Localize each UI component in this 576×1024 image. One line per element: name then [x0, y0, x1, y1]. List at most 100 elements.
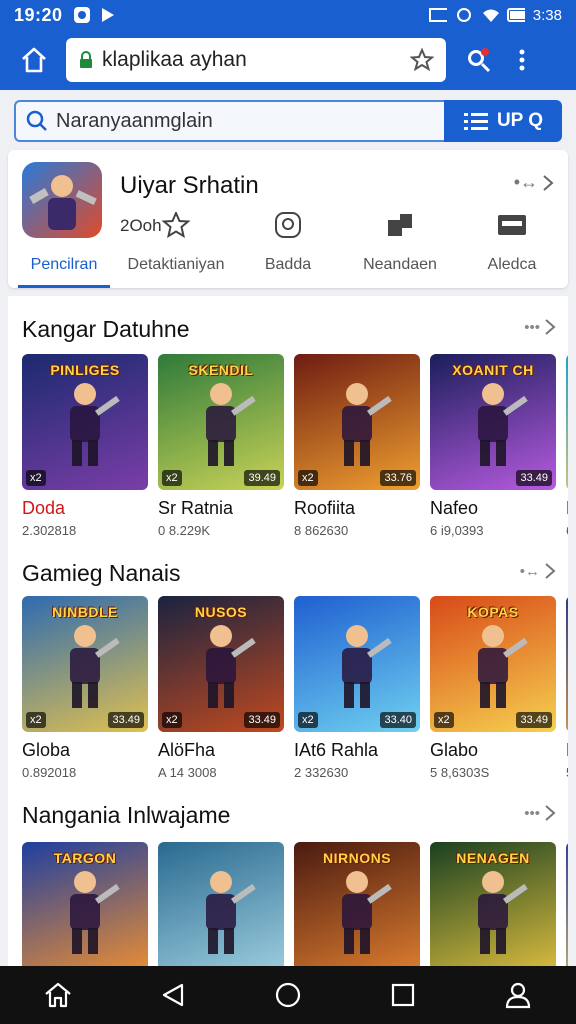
game-hero-art-icon — [206, 871, 256, 954]
tab-label: Badda — [264, 256, 312, 273]
game-downloads: 6 i9,0393 — [430, 523, 484, 538]
nav-recents-button[interactable] — [379, 971, 427, 1019]
game-downloads: A 14 3008 — [158, 765, 217, 780]
tab-label: Pencilran — [30, 256, 98, 273]
game-hero-art-icon — [70, 383, 120, 466]
app-icon[interactable] — [22, 162, 102, 238]
featured-app-card[interactable]: Uiyar Srhatin •↔ 2Ooh Pencilran Detaktia… — [8, 150, 568, 288]
game-tile[interactable]: SKENDIL x2 39.49 Sr Ratnia 0 8.229K — [158, 354, 284, 538]
search-input[interactable]: Naranyaanmglain — [14, 100, 444, 142]
search-submit-button[interactable]: UP Q — [444, 100, 562, 142]
app-more-link[interactable]: •↔ — [514, 172, 554, 193]
game-tile[interactable]: K5 — [566, 596, 568, 780]
game-tile[interactable]: x2 33.40 IAt6 Rahla 2 332630 — [294, 596, 420, 780]
game-thumbnail[interactable]: TARGON — [22, 842, 148, 966]
content-panel: Kangar Datuhne ••• PINLIGES x2 Doda 2.30281… — [8, 296, 568, 966]
more-dots-icon: •↔ — [513, 172, 538, 192]
tab-detaktianiyan[interactable]: Detaktianiyan — [120, 212, 232, 288]
game-tile[interactable] — [566, 842, 568, 966]
game-hero-art-icon — [342, 871, 392, 954]
tab-label: Neandaen — [363, 256, 437, 273]
game-thumbnail[interactable]: NENAGEN — [430, 842, 556, 966]
search-button[interactable] — [456, 38, 500, 82]
game-thumbnail[interactable]: PINLIGES x2 — [22, 354, 148, 490]
nav-profile-button[interactable] — [494, 971, 542, 1019]
game-hero-art-icon — [206, 383, 256, 466]
chevron-right-icon — [545, 563, 556, 579]
more-dots-icon: ••• — [524, 804, 540, 822]
game-badge-left: x2 — [26, 470, 46, 486]
section-more-link[interactable]: •↔ — [520, 562, 556, 580]
game-thumbnail[interactable] — [566, 842, 568, 966]
game-thumbnail[interactable]: KOPAS x2 33.49 — [430, 596, 556, 732]
tab-pencilran[interactable]: Pencilran — [8, 242, 120, 288]
game-thumbnail[interactable]: x2 33.40 — [294, 596, 420, 732]
game-thumbnail[interactable]: NINBDLE x2 33.49 — [22, 596, 148, 732]
tab-badda[interactable]: Badda — [232, 212, 344, 288]
game-downloads: 6 — [566, 523, 568, 538]
game-badge-left: x2 — [298, 712, 318, 728]
game-downloads: 2 332630 — [294, 765, 349, 780]
game-downloads: 5 — [566, 765, 568, 780]
bookmark-star-icon[interactable] — [410, 48, 434, 72]
game-thumbnail[interactable] — [566, 596, 568, 732]
game-badge-right: 33.49 — [108, 712, 144, 728]
game-hero-art-icon — [206, 625, 256, 708]
search-button-label: UP Q — [496, 110, 544, 131]
game-thumbnail[interactable] — [158, 842, 284, 966]
url-bar[interactable]: klaplikaa ayhan — [66, 38, 446, 82]
game-thumbnail[interactable]: SKENDIL x2 39.49 — [158, 354, 284, 490]
game-badge-left: x2 — [26, 712, 46, 728]
section-title: Nangania Inlwajame — [22, 802, 231, 828]
nav-back-button[interactable] — [149, 971, 197, 1019]
game-hero-art-icon — [478, 871, 528, 954]
game-tile[interactable]: NIRNONS — [294, 842, 420, 966]
circle-home-icon — [275, 982, 301, 1008]
game-hero-art-icon — [478, 625, 528, 708]
game-thumbnail[interactable] — [566, 354, 568, 490]
game-thumbnail[interactable]: x2 33.76 — [294, 354, 420, 490]
game-tile[interactable]: PINLIGES x2 Doda 2.302818 — [22, 354, 148, 538]
game-tile[interactable]: NUSOS x2 33.49 AlöFha A 14 3008 — [158, 596, 284, 780]
game-tile[interactable]: K6 — [566, 354, 568, 538]
app-title: Uiyar Srhatin — [120, 172, 259, 199]
tab-label: Detaktianiyan — [127, 256, 225, 273]
app-row: PINLIGES x2 Doda 2.302818 SKENDIL x2 39.49 Sr … — [22, 354, 568, 538]
nfc-icon — [428, 6, 447, 24]
app-rating: 2Ooh — [120, 216, 162, 236]
game-name: Doda — [22, 498, 66, 518]
back-icon — [162, 983, 183, 1007]
tab-aledca[interactable]: Aledca — [456, 215, 568, 288]
app-row: NINBDLE x2 33.49 Globa 0.892018 NUSOS x2 33.49… — [22, 596, 568, 780]
section-more-link[interactable]: ••• — [524, 804, 556, 822]
game-tile[interactable]: KOPAS x2 33.49 Glabo 5 8,6303S — [430, 596, 556, 780]
home-button[interactable] — [12, 38, 56, 82]
game-tile[interactable]: NINBDLE x2 33.49 Globa 0.892018 — [22, 596, 148, 780]
section-more-link[interactable]: ••• — [524, 318, 556, 336]
game-tile[interactable]: x2 33.76 Roofiita 8 862630 — [294, 354, 420, 538]
overflow-menu-button[interactable] — [500, 38, 544, 82]
game-name: Nafeo — [430, 498, 479, 518]
game-tile[interactable] — [158, 842, 284, 966]
magnifier-icon — [26, 110, 47, 131]
tab-label: Aledca — [487, 256, 537, 273]
game-thumbnail[interactable]: NIRNONS — [294, 842, 420, 966]
game-tile[interactable]: NENAGEN — [430, 842, 556, 966]
profile-icon — [506, 982, 531, 1009]
game-tile[interactable]: XOANIT CH 33.49 Nafeo 6 i9,0393 — [430, 354, 556, 538]
game-banner-text: NUSOS — [194, 604, 248, 620]
status-bar: 19:20 3:38 — [0, 0, 576, 30]
ticket-icon — [498, 215, 526, 235]
url-text: klaplikaa ayhan — [102, 48, 247, 71]
game-name: Sr Ratnia — [158, 498, 234, 518]
nav-circle-home-button[interactable] — [264, 971, 312, 1019]
chevron-right-icon — [545, 319, 556, 335]
game-badge-right: 33.40 — [380, 712, 416, 728]
game-thumbnail[interactable]: XOANIT CH 33.49 — [430, 354, 556, 490]
nav-home-button[interactable] — [34, 971, 82, 1019]
tab-neandaen[interactable]: Neandaen — [344, 214, 456, 288]
battery-text: 3:38 — [532, 6, 562, 24]
game-banner-text: KOPAS — [467, 604, 519, 620]
game-thumbnail[interactable]: NUSOS x2 33.49 — [158, 596, 284, 732]
game-tile[interactable]: TARGON — [22, 842, 148, 966]
